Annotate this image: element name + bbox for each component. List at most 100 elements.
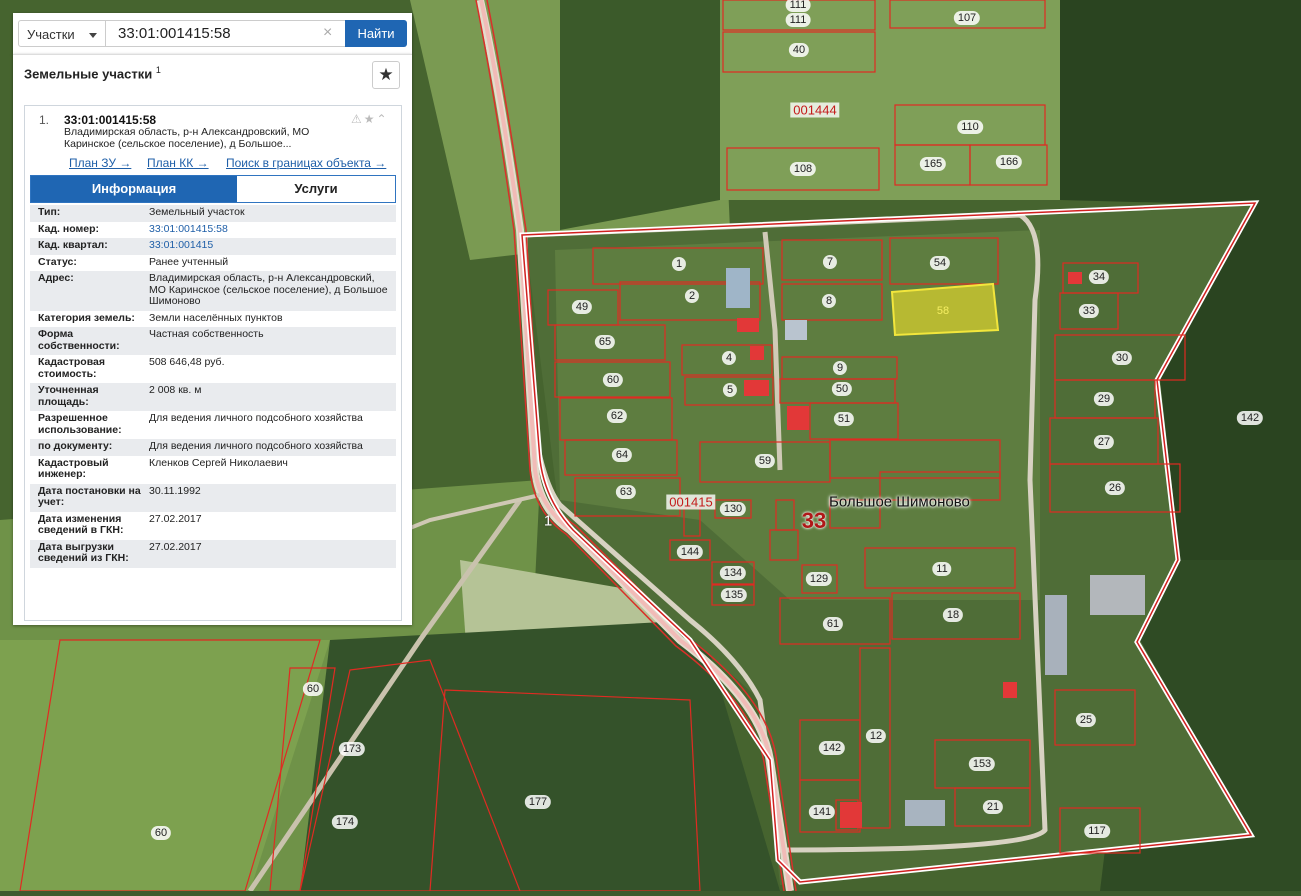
find-button[interactable]: Найти — [345, 20, 407, 47]
info-label: Дата выгрузки сведений из ГКН: — [38, 540, 129, 564]
parcel-label: 18 — [942, 608, 964, 622]
panel-title: Земельные участки 1 — [24, 65, 161, 81]
info-row-cad-quarter: Кад. квартал: 33:01:001415 — [30, 238, 396, 255]
info-row-change-date: Дата изменения сведений в ГКН: 27.02.2017 — [30, 512, 396, 540]
info-label: Кад. квартал: — [38, 239, 108, 251]
plan-zu-link[interactable]: План ЗУ → — [69, 156, 131, 170]
results-panel: Земельные участки 1 ★ 1. 33:01:001415:58… — [13, 54, 412, 625]
parcel-label: 12 — [865, 729, 887, 743]
search-input[interactable] — [105, 20, 355, 47]
parcel-label: 60 — [150, 826, 172, 840]
parcel-label: 107 — [953, 11, 981, 25]
info-label: Кадастровая стоимость: — [38, 356, 105, 380]
quarter-label: 001415 — [666, 494, 716, 510]
search-type-label: Участки — [27, 27, 75, 42]
parcel-label: 61 — [822, 617, 844, 631]
parcel-label: 174 — [331, 815, 359, 829]
search-bounds-link[interactable]: Поиск в границах объекта → — [226, 156, 386, 170]
info-row-cad-number: Кад. номер: 33:01:001415:58 — [30, 222, 396, 239]
info-label: Адрес: — [38, 272, 74, 284]
quarter-label: 001444 — [790, 102, 840, 118]
search-bar: Участки × Найти — [13, 13, 412, 54]
info-row-type: Тип: Земельный участок — [30, 205, 396, 222]
parcel-label: 5 — [722, 383, 738, 397]
road-number: 1 — [543, 512, 553, 530]
parcel-label: 25 — [1075, 713, 1097, 727]
info-row-by-document: по документу: Для ведения личного подсобн… — [30, 439, 396, 456]
parcel-label: 33 — [1078, 304, 1100, 318]
info-value: Частная собственность — [149, 328, 264, 340]
parcel-label: 11 — [932, 562, 952, 576]
chevron-up-icon[interactable]: ⌃ — [377, 112, 389, 126]
info-table: Тип: Земельный участок Кад. номер: 33:01:0… — [30, 205, 396, 568]
result-count: 1 — [155, 65, 161, 75]
parcel-label: 144 — [676, 545, 704, 559]
parcel-label: 135 — [720, 588, 748, 602]
info-row-export-date: Дата выгрузки сведений из ГКН: 27.02.2017 — [30, 539, 396, 568]
info-row-cad-value: Кадастровая стоимость: 508 646,48 руб. — [30, 355, 396, 383]
info-label: Категория земель: — [38, 311, 135, 324]
parcel-label: 9 — [832, 361, 848, 375]
info-row-area: Уточненная площадь: 2 008 кв. м — [30, 383, 396, 411]
info-row-address: Адрес: Владимирская область, р-н Александ… — [30, 271, 396, 311]
parcel-label: 173 — [338, 742, 366, 756]
cad-quarter-link[interactable]: 33:01:001415 — [149, 239, 396, 252]
selected-parcel-label[interactable]: 58 — [933, 304, 953, 318]
info-row-land-category: Категория земель: Земли населённых пункто… — [30, 311, 396, 328]
star-icon[interactable]: ★ — [364, 112, 377, 126]
info-value: 27.02.2017 — [149, 512, 202, 525]
info-value: Ранее учтенный — [149, 255, 229, 268]
parcel-label: 166 — [995, 155, 1023, 169]
parcel-label: 62 — [606, 409, 628, 423]
parcel-label: 165 — [919, 157, 947, 171]
result-card: 1. 33:01:001415:58 Владимирская область,… — [24, 105, 402, 621]
search-type-dropdown[interactable]: Участки — [18, 20, 106, 47]
info-label: Форма собственности: — [38, 328, 120, 352]
info-label: Статус: — [38, 255, 77, 268]
parcel-label: 26 — [1104, 481, 1126, 495]
close-icon[interactable]: × — [323, 24, 332, 42]
parcel-label: 60 — [302, 682, 324, 696]
parcel-label: 21 — [982, 800, 1004, 814]
parcel-label: 177 — [524, 795, 552, 809]
info-row-ownership: Форма собственности: Частная собственност… — [30, 327, 396, 355]
info-value: 508 646,48 руб. — [149, 356, 225, 368]
parcel-label: 27 — [1093, 435, 1115, 449]
parcel-label: 134 — [719, 566, 747, 580]
parcel-label: 64 — [611, 448, 633, 462]
parcel-label: 4 — [721, 351, 737, 365]
info-value: Владимирская область, р-н Александровски… — [149, 272, 388, 307]
info-label: Уточненная площадь: — [38, 384, 99, 408]
parcel-label: 30 — [1111, 351, 1133, 365]
info-value: 30.11.1992 — [149, 484, 201, 497]
parcel-label: 51 — [833, 412, 855, 426]
district-number: 33 — [801, 508, 827, 533]
info-value: 2 008 кв. м — [149, 384, 202, 396]
parcel-label: 1 — [671, 257, 687, 271]
tab-services[interactable]: Услуги — [237, 176, 395, 202]
tab-information[interactable]: Информация — [31, 176, 237, 202]
info-value: Земельный участок — [149, 206, 245, 218]
plan-kk-link[interactable]: План КК → — [147, 156, 209, 170]
result-cad-number[interactable]: 33:01:001415:58 — [64, 113, 156, 127]
parcel-label: 142 — [818, 741, 846, 755]
card-actions: ⚠★⌃ — [351, 112, 389, 126]
favorites-button[interactable]: ★ — [372, 61, 400, 89]
parcel-label: 153 — [968, 757, 996, 771]
result-index: 1. — [39, 113, 50, 127]
parcel-label: 7 — [822, 255, 838, 269]
chevron-down-icon — [89, 33, 97, 38]
parcel-label: 129 — [805, 572, 833, 586]
warning-icon[interactable]: ⚠ — [351, 112, 364, 126]
parcel-label: 63 — [615, 485, 637, 499]
info-value: Земли населённых пунктов — [149, 311, 283, 324]
parcel-label: 29 — [1093, 392, 1115, 406]
parcel-label: 65 — [594, 335, 616, 349]
parcel-label: 111 — [785, 0, 811, 12]
village-name: Большое Шимоново — [829, 493, 970, 511]
info-row-permitted-use: Разрешенное использование: Для ведения ли… — [30, 411, 396, 439]
info-row-status: Статус: Ранее учтенный — [30, 255, 396, 272]
info-label: Тип: — [38, 206, 61, 218]
cad-number-link[interactable]: 33:01:001415:58 — [149, 223, 396, 236]
card-tabs: Информация Услуги — [30, 175, 396, 203]
